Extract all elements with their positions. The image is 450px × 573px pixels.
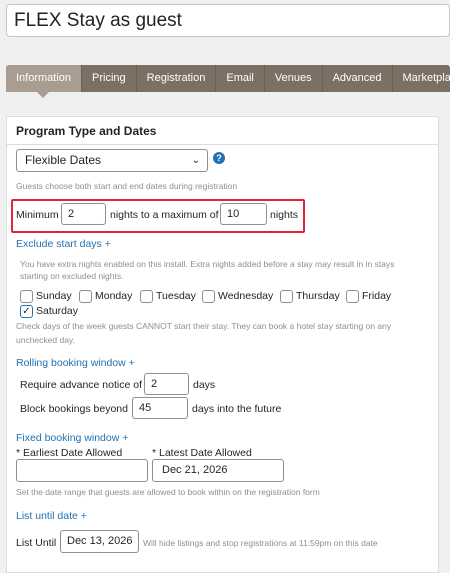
sunday-checkbox[interactable] [20,290,33,303]
tuesday-checkbox[interactable] [140,290,153,303]
monday-checkbox[interactable] [79,290,92,303]
nights-middle-label: nights to a maximum of [110,209,219,221]
tuesday-label: Tuesday [156,290,196,302]
earliest-date-label: * Earliest Date Allowed [16,447,123,459]
advance-notice-value: 2 [151,378,158,390]
block-bookings-value: 45 [139,402,152,414]
wednesday-label: Wednesday [218,290,274,302]
advance-notice-suffix: days [193,379,216,391]
tab-advanced[interactable]: Advanced [323,65,393,92]
tab-venues[interactable]: Venues [265,65,323,92]
extra-nights-notice-2: starting on excluded nights. [20,271,124,281]
latest-date-value: Dec 21, 2026 [162,464,228,476]
program-title-input[interactable]: FLEX Stay as guest [6,4,450,37]
active-tab-pointer [37,92,49,98]
latest-date-label: * Latest Date Allowed [152,447,252,459]
program-type-select[interactable]: Flexible Dates ⌄ [16,149,208,172]
tab-pricing[interactable]: Pricing [82,65,137,92]
list-until-hint: Will hide listings and stop registration… [143,538,378,548]
sunday-label: Sunday [36,290,72,302]
block-bookings-suffix: days into the future [192,403,282,415]
exclude-start-days-link[interactable]: Exclude start days + [16,238,111,250]
tab-marketplace[interactable]: Marketplace [393,65,450,92]
saturday-checkbox[interactable]: ✓ [20,305,33,318]
advance-notice-label: Require advance notice of [20,379,142,391]
program-type-value: Flexible Dates [25,153,102,167]
earliest-date-input[interactable] [16,459,148,482]
help-icon[interactable]: ? [213,152,225,164]
list-until-value: Dec 13, 2026 [67,535,133,547]
min-nights-input[interactable]: 2 [61,203,106,225]
friday-checkbox[interactable] [346,290,359,303]
program-title-text: FLEX Stay as guest [14,10,182,31]
list-until-date-link[interactable]: List until date + [16,510,87,522]
thursday-checkbox[interactable] [280,290,293,303]
nights-min-label: Minimum [16,209,59,221]
block-bookings-label: Block bookings beyond [20,403,128,415]
fixed-booking-window-link[interactable]: Fixed booking window + [16,432,128,444]
exclude-days-hint: Check days of the week guests CANNOT sta… [16,321,392,331]
program-type-hint: Guests choose both start and end dates d… [16,181,238,191]
list-until-label: List Until [16,537,57,549]
nights-suffix-label: nights [270,209,299,221]
fixed-window-hint: Set the date range that guests are allow… [16,487,320,497]
friday-label: Friday [362,290,392,302]
extra-nights-notice: You have extra nights enabled on this in… [20,259,395,269]
block-bookings-input[interactable]: 45 [132,397,188,419]
program-type-panel: Program Type and Dates Flexible Dates ⌄ … [6,116,439,573]
min-nights-value: 2 [68,208,75,220]
max-nights-value: 10 [227,208,240,220]
rolling-booking-window-link[interactable]: Rolling booking window + [16,357,135,369]
panel-title: Program Type and Dates [7,117,438,145]
tab-email[interactable]: Email [216,65,265,92]
checkmark-icon: ✓ [22,306,31,317]
tab-bar: Information Pricing Registration Email V… [6,65,450,92]
tab-information[interactable]: Information [6,65,83,92]
advance-notice-input[interactable]: 2 [144,373,189,395]
list-until-input[interactable]: Dec 13, 2026 [60,530,139,553]
wednesday-checkbox[interactable] [202,290,215,303]
saturday-label: Saturday [36,305,79,317]
monday-label: Monday [95,290,133,302]
tab-registration[interactable]: Registration [137,65,217,92]
latest-date-input[interactable]: Dec 21, 2026 [152,459,284,482]
max-nights-input[interactable]: 10 [220,203,267,225]
chevron-down-icon: ⌄ [191,155,200,166]
exclude-days-hint-2: unchecked day. [16,335,75,345]
thursday-label: Thursday [296,290,340,302]
